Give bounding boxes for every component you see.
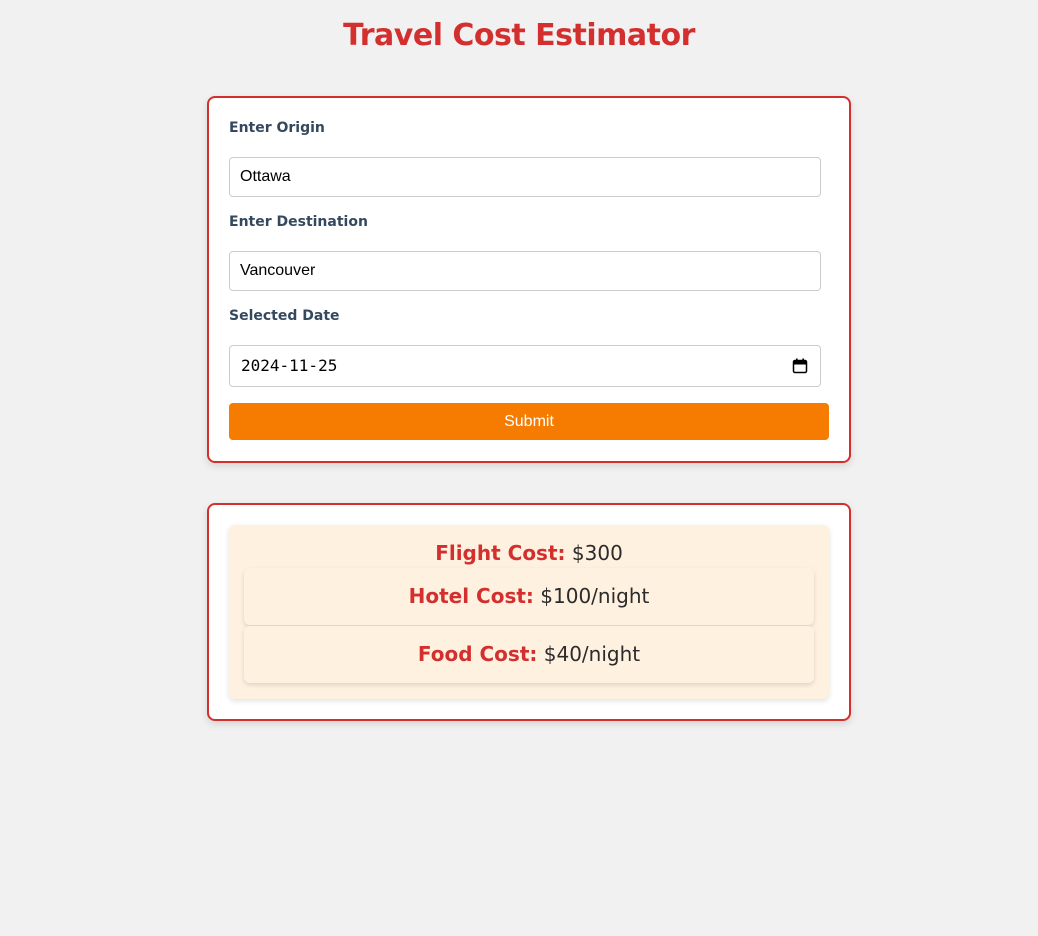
flight-cost-line: Flight Cost: $300 <box>229 539 829 567</box>
food-cost-label: Food Cost: <box>417 642 538 666</box>
destination-label: Enter Destination <box>229 214 368 230</box>
food-cost-line: Food Cost: $40/night <box>244 640 814 668</box>
hotel-cost-value: $100/night <box>540 584 650 608</box>
origin-label: Enter Origin <box>229 120 325 136</box>
origin-input[interactable]: Ottawa <box>229 157 821 197</box>
food-cost-box: Food Cost: $40/night <box>244 626 814 683</box>
results-card: Flight Cost: $300 Hotel Cost: $100/night… <box>207 503 851 721</box>
date-value: 2024-11-25 <box>241 356 338 375</box>
destination-input[interactable]: Vancouver <box>229 251 821 291</box>
submit-button[interactable]: Submit <box>229 403 829 440</box>
hotel-cost-label: Hotel Cost: <box>408 584 534 608</box>
page-title: Travel Cost Estimator <box>343 18 695 53</box>
food-cost-value: $40/night <box>543 642 641 666</box>
flight-cost-value: $300 <box>571 541 623 565</box>
flight-cost-label: Flight Cost: <box>435 541 566 565</box>
date-input[interactable]: 2024-11-25 <box>229 345 821 387</box>
results-panel: Flight Cost: $300 Hotel Cost: $100/night… <box>229 525 829 699</box>
hotel-cost-box: Hotel Cost: $100/night <box>244 568 814 625</box>
travel-form-card: Enter Origin Ottawa Enter Destination Va… <box>207 96 851 463</box>
hotel-cost-line: Hotel Cost: $100/night <box>244 582 814 610</box>
date-label: Selected Date <box>229 308 340 324</box>
calendar-icon[interactable] <box>792 358 808 374</box>
